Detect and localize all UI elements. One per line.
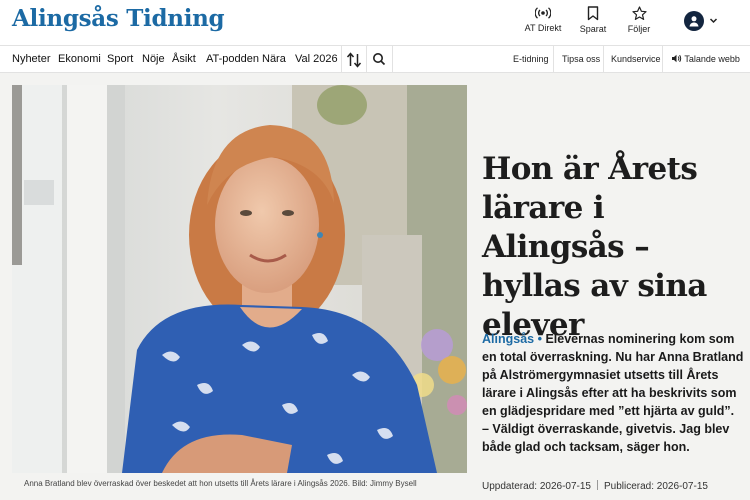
search-icon	[373, 53, 386, 66]
article-location[interactable]: Alingsås	[482, 332, 534, 346]
nav-divider	[341, 46, 342, 73]
account-menu[interactable]	[684, 11, 724, 33]
nav-item-val-2026[interactable]: Val 2026	[295, 53, 338, 65]
broadcast-icon	[535, 7, 551, 19]
nav-item-nyheter[interactable]: Nyheter	[12, 53, 51, 65]
article-photo[interactable]	[12, 85, 467, 473]
updated-date: Uppdaterad: 2026-07-15	[482, 481, 591, 492]
nav-divider	[366, 46, 367, 73]
nav-divider	[553, 46, 554, 73]
sort-button[interactable]	[346, 51, 364, 69]
nav-item-ekonomi[interactable]: Ekonomi	[58, 53, 101, 65]
star-icon	[631, 6, 647, 20]
nav-divider	[392, 46, 393, 73]
photo-caption: Anna Bratland blev överraskad över beske…	[24, 479, 417, 488]
nav-divider	[662, 46, 663, 73]
location-bullet: •	[537, 332, 542, 346]
foljer-label: Följer	[627, 24, 651, 34]
nav-item-at-podden[interactable]: AT-podden	[206, 53, 259, 65]
nav-item-nara[interactable]: Nära	[262, 53, 286, 65]
nav-item-sport[interactable]: Sport	[107, 53, 133, 65]
date-divider	[596, 480, 598, 490]
main-nav: Nyheter Ekonomi Sport Nöje Åsikt AT-podd…	[0, 45, 750, 73]
lead-quote: – Väldigt överraskande, givetvis. Jag bl…	[482, 422, 730, 454]
article-dates: Uppdaterad: 2026-07-15 Publicerad: 2026-0…	[482, 480, 708, 492]
at-direkt-label: AT Direkt	[524, 23, 562, 33]
article-headline: Hon är Årets lärare i Alingsås – hyllas …	[482, 151, 707, 343]
portrait-illustration	[12, 85, 467, 473]
bookmark-icon	[587, 6, 599, 21]
kundservice-link[interactable]: Kundservice	[611, 54, 661, 64]
tipsa-oss-link[interactable]: Tipsa oss	[562, 54, 600, 64]
nav-divider	[603, 46, 604, 73]
foljer-button[interactable]: Följer	[609, 6, 669, 34]
nav-item-asikt[interactable]: Åsikt	[172, 53, 196, 65]
article-lead: Alingsås • Elevernas nominering kom som …	[482, 330, 744, 456]
nav-item-noje[interactable]: Nöje	[142, 53, 165, 65]
talande-webb-button[interactable]: Talande webb	[671, 54, 740, 64]
user-icon	[684, 11, 704, 31]
search-button[interactable]	[372, 51, 390, 69]
site-logo[interactable]: Alingsås Tidning	[12, 5, 225, 32]
sparat-label: Sparat	[579, 24, 607, 34]
speaker-icon	[672, 54, 682, 63]
e-tidning-link[interactable]: E-tidning	[513, 54, 549, 64]
published-date: Publicerad: 2026-07-15	[603, 481, 708, 492]
sort-icon	[346, 52, 362, 68]
talande-webb-label: Talande webb	[684, 54, 740, 64]
site-header: Alingsås Tidning AT Direkt Sparat Följer	[0, 0, 750, 45]
chevron-down-icon	[709, 18, 718, 24]
